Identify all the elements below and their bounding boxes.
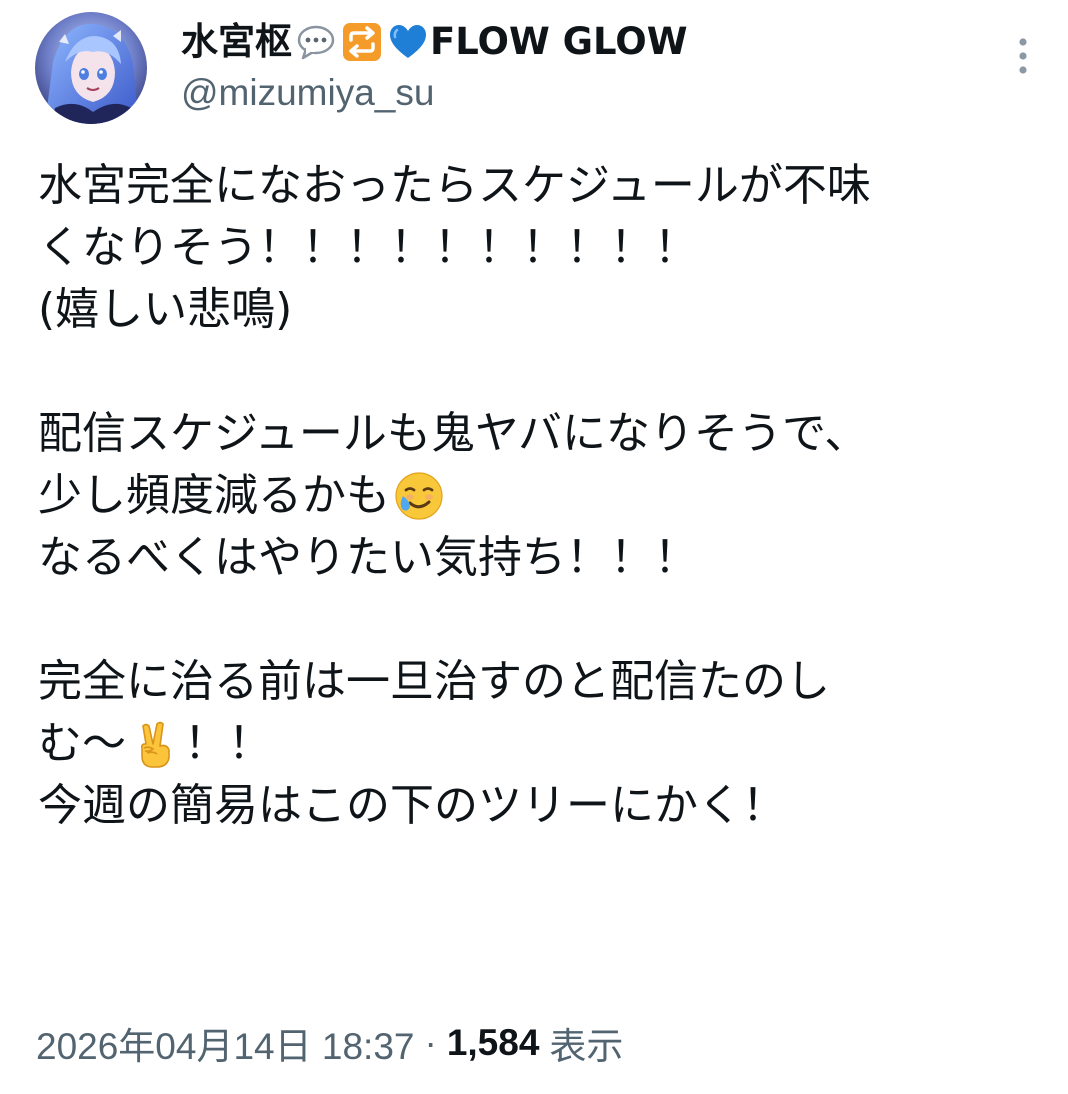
avatar[interactable]: [35, 12, 147, 124]
tweet-line-with-emoji: む〜 ！！: [38, 713, 1038, 775]
avatar-image: [35, 12, 147, 124]
tweet-line: 完全に治る前は一旦治すのと配信たのし: [38, 656, 830, 707]
tweet-line-tail: ！！: [184, 718, 272, 769]
victory-hand-icon: [128, 717, 182, 771]
vertical-ellipsis-icon: [1019, 38, 1027, 74]
view-count[interactable]: 1,584: [447, 1022, 540, 1064]
tweet-detail: 水宮枢 FLOW GLOW @mizumiya_su 水宮完全になおったらスケジ…: [0, 0, 1068, 1094]
tweet-line: なるべくはやりたい気持ち！！！: [38, 532, 698, 583]
view-label: 表示: [549, 1026, 624, 1067]
author-display-name: 水宮枢: [181, 20, 292, 63]
meta-separator: ·: [424, 1022, 437, 1063]
speech-bubble-icon: [294, 20, 338, 64]
author-name-row[interactable]: 水宮枢 FLOW GLOW: [181, 17, 688, 67]
repeat-arrows-icon: [340, 20, 384, 64]
author-handle[interactable]: @mizumiya_su: [181, 70, 434, 116]
tweet-line: くなりそう！！！！！！！！！！: [38, 222, 698, 273]
tweet-line: (嬉しい悲鳴): [38, 284, 293, 335]
smiling-face-with-tear-icon: [392, 469, 446, 523]
more-options-button[interactable]: [1003, 30, 1043, 82]
tweet-line-with-emoji: 少し頻度減るかも: [38, 465, 1038, 527]
tweet-line: 水宮完全になおったらスケジュールが不味: [38, 160, 871, 211]
tweet-line-text: 少し頻度減るかも: [38, 470, 390, 521]
tweet-line: 今週の簡易はこの下のツリーにかく！: [38, 780, 786, 831]
tweet-line: 配信スケジュールも鬼ヤバになりそうで、: [38, 408, 869, 459]
author-name-suffix: FLOW GLOW: [430, 20, 688, 63]
tweet-text: 水宮完全になおったらスケジュールが不味 くなりそう！！！！！！！！！！ (嬉しい…: [38, 155, 1038, 837]
blue-heart-icon: [386, 20, 430, 64]
tweet-meta: 2026年04月14日 18:37 · 1,584 表示: [36, 1016, 623, 1070]
tweet-line-text: む〜: [38, 718, 126, 769]
tweet-timestamp[interactable]: 2026年04月14日 18:37: [36, 1016, 415, 1070]
